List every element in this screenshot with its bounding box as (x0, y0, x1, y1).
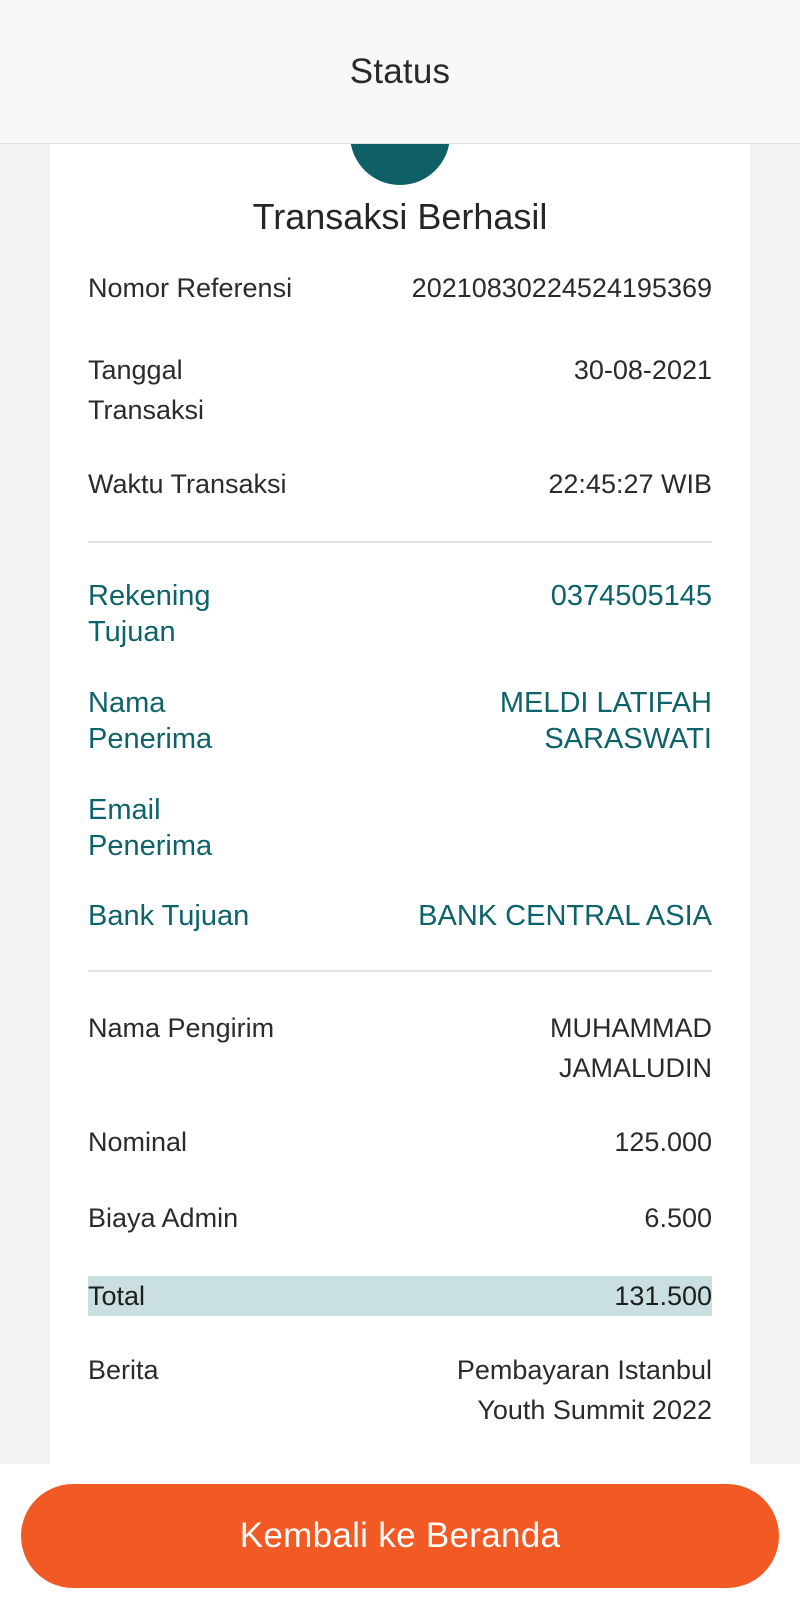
destination-account-value: 0374505145 (550, 580, 712, 612)
sender-name-value-line2: JAMALUDIN (558, 1053, 712, 1083)
amount-label: Nominal (88, 1127, 188, 1157)
transaction-date-label-line1: Tanggal (88, 355, 183, 385)
transaction-date-label-line2: Transaksi (88, 395, 205, 425)
recipient-email-label-line2: Penerima (88, 830, 213, 862)
recipient-name-label-line1: Nama (88, 687, 166, 719)
sender-name-value-line1: MUHAMMAD (550, 1013, 712, 1043)
recipient-name-row: Nama Penerima MELDI LATIFAH SARASWATI (88, 685, 712, 757)
sender-name-label: Nama Pengirim (88, 1013, 275, 1043)
top-app-bar: Status (0, 0, 800, 144)
admin-fee-value: 6.500 (644, 1203, 712, 1233)
recipient-name-value-line1: MELDI LATIFAH (499, 687, 712, 719)
sender-name-value: MUHAMMAD JAMALUDIN (550, 1008, 712, 1088)
recipient-email-label-line1: Email (88, 794, 161, 826)
destination-account-label-line2: Tujuan (88, 616, 176, 648)
destination-bank-label: Bank Tujuan (88, 900, 250, 932)
total-row: Total 131.500 (88, 1276, 712, 1316)
section-divider (88, 970, 712, 972)
message-value-line1: Pembayaran Istanbul (456, 1355, 712, 1385)
recipient-name-label-line2: Penerima (88, 723, 213, 755)
transaction-time-value: 22:45:27 WIB (548, 469, 712, 499)
destination-account-label: Rekening Tujuan (88, 578, 211, 650)
receipt-title: Transaksi Berhasil (252, 196, 548, 237)
section-divider (88, 541, 712, 543)
recipient-email-row: Email Penerima (88, 792, 712, 864)
reference-number-label: Nomor Referensi (88, 273, 293, 303)
transaction-time-row: Waktu Transaksi 22:45:27 WIB (88, 464, 712, 504)
total-value: 131.500 (614, 1280, 712, 1311)
transaction-date-value: 30-08-2021 (573, 355, 712, 385)
message-row: Berita Pembayaran Istanbul Youth Summit … (88, 1350, 712, 1430)
amount-value: 125.000 (614, 1127, 712, 1157)
message-value-line2: Youth Summit 2022 (477, 1395, 712, 1425)
destination-account-row: Rekening Tujuan 0374505145 (88, 578, 712, 650)
transaction-date-row: Tanggal Transaksi 30-08-2021 (88, 350, 712, 430)
message-value: Pembayaran Istanbul Youth Summit 2022 (457, 1350, 712, 1430)
reference-number-row: Nomor Referensi 20210830224524195369 (88, 268, 712, 308)
back-to-home-button[interactable]: Kembali ke Beranda (21, 1484, 779, 1588)
amount-row: Nominal 125.000 (88, 1122, 712, 1162)
reference-number-value: 20210830224524195369 (411, 273, 712, 303)
transaction-time-label: Waktu Transaksi (88, 469, 287, 499)
destination-bank-row: Bank Tujuan BANK CENTRAL ASIA (88, 898, 712, 934)
page-title: Status (349, 51, 451, 91)
total-label: Total (88, 1280, 146, 1311)
recipient-email-label: Email Penerima (88, 792, 212, 864)
message-label: Berita (88, 1355, 159, 1385)
admin-fee-row: Biaya Admin 6.500 (88, 1198, 712, 1238)
destination-account-label-line1: Rekening (88, 580, 211, 612)
bottom-action-bar: Kembali ke Beranda (0, 1464, 800, 1600)
recipient-name-value: MELDI LATIFAH SARASWATI (500, 685, 712, 757)
admin-fee-label: Biaya Admin (88, 1203, 239, 1233)
transaction-date-label: Tanggal Transaksi (88, 350, 204, 430)
recipient-name-value-line2: SARASWATI (544, 723, 712, 755)
recipient-name-label: Nama Penerima (88, 685, 212, 757)
sender-name-row: Nama Pengirim MUHAMMAD JAMALUDIN (88, 1008, 712, 1088)
transaction-status-screen: Status Transaksi Berhasil Nomor Referens… (0, 0, 800, 1600)
destination-bank-value: BANK CENTRAL ASIA (418, 900, 712, 932)
